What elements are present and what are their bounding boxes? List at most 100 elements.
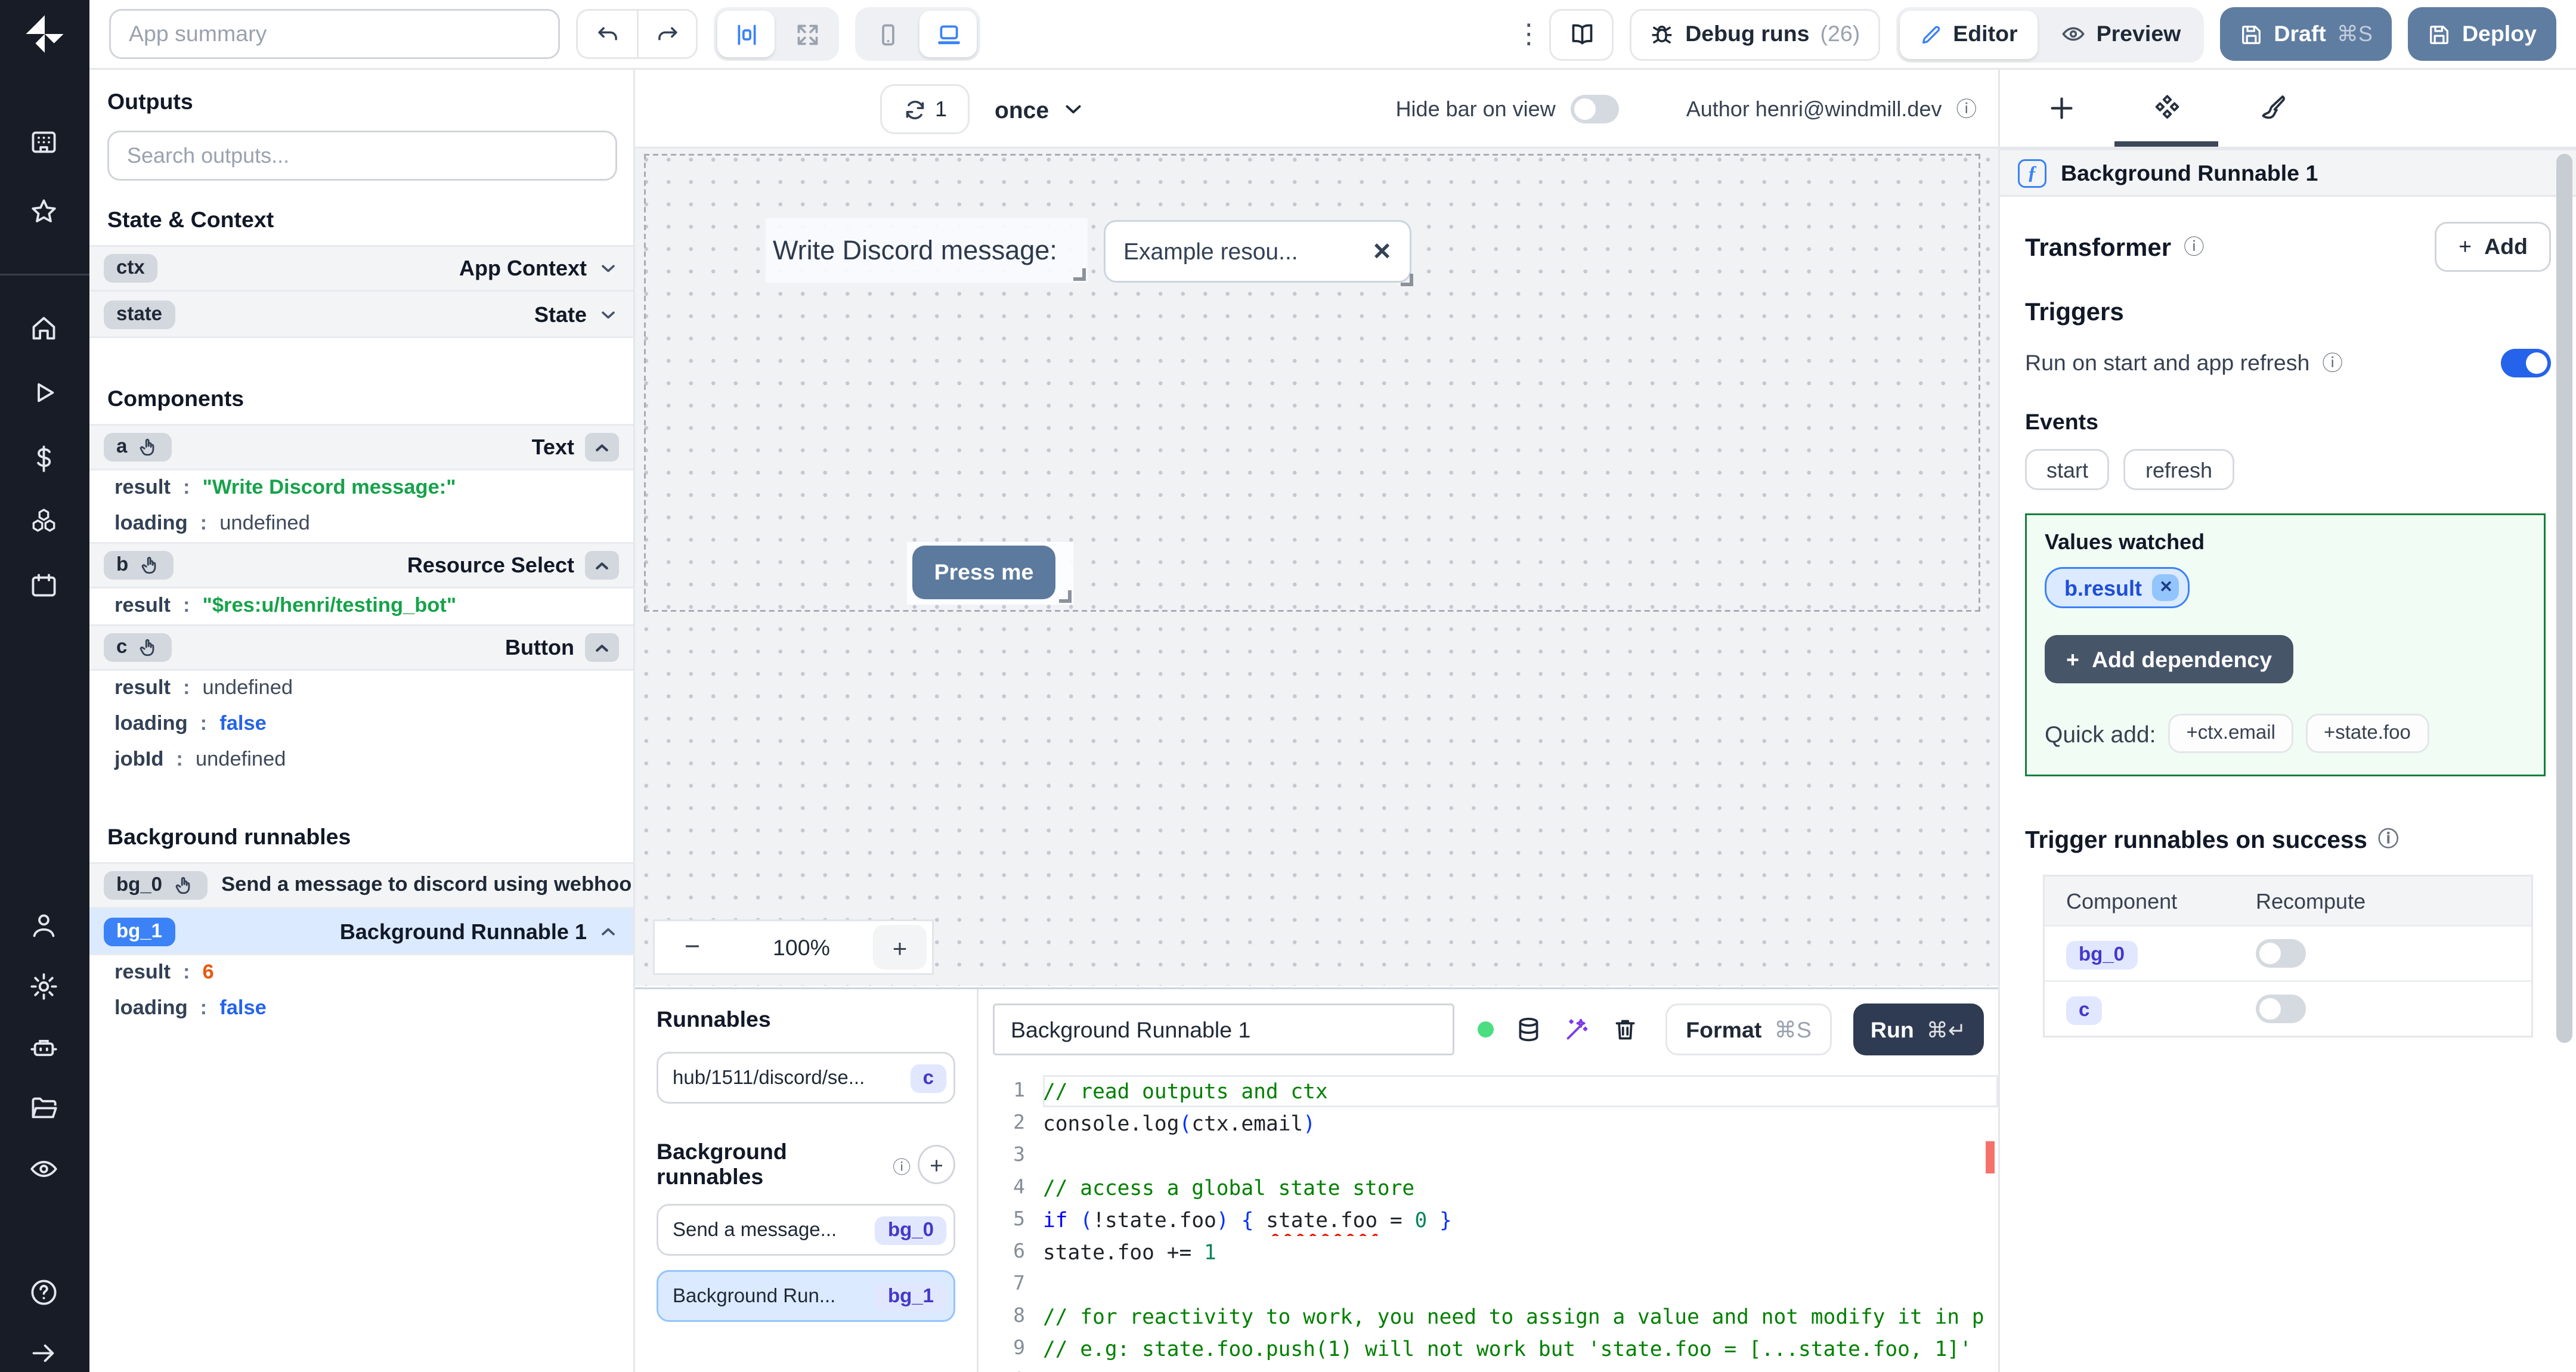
output-row-bg1[interactable]: bg_1 Background Runnable 1 [89, 909, 633, 955]
code-line[interactable]: 7 [979, 1268, 1998, 1300]
press-me-button[interactable]: Press me [912, 546, 1055, 599]
add-runnable-button[interactable]: + [918, 1145, 955, 1184]
quick-add-ctx-email[interactable]: +ctx.email [2168, 714, 2293, 753]
audit-eye-icon[interactable] [29, 1154, 59, 1184]
more-menu-kebab-icon[interactable]: ⋮ [1515, 18, 1542, 50]
event-chip-refresh[interactable]: refresh [2124, 449, 2234, 490]
run-mode-select[interactable]: once [995, 84, 1085, 134]
recompute-toggle[interactable] [2256, 939, 2306, 968]
code-line[interactable]: 8// for reactivity to work, you need to … [979, 1300, 1998, 1333]
zoom-in-button[interactable]: + [873, 925, 927, 970]
windmill-logo[interactable] [23, 13, 66, 55]
trash-icon[interactable] [1612, 1016, 1639, 1043]
favorites-star-icon[interactable] [29, 197, 59, 227]
component-badge[interactable]: bg_0 [2066, 941, 2138, 970]
output-row-a[interactable]: a Text [89, 424, 633, 470]
tab-preview[interactable]: Preview [2041, 10, 2201, 58]
output-row-c[interactable]: c Button [89, 624, 633, 671]
run-on-start-toggle[interactable] [2501, 349, 2551, 377]
watched-value-chip[interactable]: b.result ✕ [2045, 567, 2191, 608]
tab-editor[interactable]: Editor [1899, 10, 2038, 58]
fullscreen-button[interactable] [778, 11, 835, 57]
component-b-badge[interactable]: b [104, 551, 174, 580]
tab-components-diamonds-icon[interactable] [2152, 93, 2182, 123]
add-dependency-button[interactable]: + Add dependency [2045, 635, 2294, 683]
resources-cubes-icon[interactable] [29, 506, 59, 537]
component-badge[interactable]: c [2066, 996, 2103, 1025]
code-editor[interactable]: 1// read outputs and ctx 2 console.log(ctx… [979, 1070, 1998, 1372]
deploy-button[interactable]: Deploy [2408, 7, 2556, 61]
hide-bar-toggle[interactable] [1569, 95, 1618, 123]
bg0-badge[interactable]: bg_0 [104, 871, 208, 900]
resource-select-component[interactable]: Example resou... ✕ [1104, 220, 1413, 286]
app-summary-input[interactable] [109, 9, 560, 59]
info-icon[interactable]: ⓘ [2184, 233, 2205, 261]
search-outputs-input[interactable] [107, 131, 617, 181]
undo-button[interactable] [576, 9, 637, 59]
settings-gear-icon[interactable] [29, 971, 59, 1002]
quick-add-state-foo[interactable]: +state.foo [2305, 714, 2429, 753]
clear-select-icon[interactable]: ✕ [1372, 237, 1392, 266]
output-row-bg0[interactable]: bg_0 Send a message to discord using web… [89, 862, 633, 909]
variables-dollar-icon[interactable] [29, 444, 59, 474]
workers-robot-icon[interactable] [29, 1032, 59, 1063]
recompute-toggle[interactable] [2256, 995, 2306, 1023]
tab-insert-plus-icon[interactable] [2046, 93, 2077, 123]
runs-play-icon[interactable] [29, 377, 59, 408]
output-row-state[interactable]: state State [89, 292, 633, 338]
output-row-b[interactable]: b Resource Select [89, 542, 633, 589]
info-icon[interactable]: ⓘ [2378, 825, 2399, 853]
run-button[interactable]: Run ⌘↵ [1852, 1004, 1984, 1055]
apps-icon[interactable] [29, 127, 59, 157]
code-line[interactable]: 5 if (!state.foo) { state.foo = 0 } [979, 1204, 1998, 1236]
format-button[interactable]: Format ⌘S [1666, 1004, 1831, 1055]
code-line[interactable]: 2 console.log(ctx.email) [979, 1107, 1998, 1139]
collapse-button[interactable] [585, 551, 619, 580]
home-icon[interactable] [29, 313, 59, 343]
info-icon[interactable]: ⓘ [893, 1151, 911, 1178]
mobile-view-button[interactable] [859, 11, 916, 57]
tab-style-brush-icon[interactable] [2258, 93, 2288, 123]
scrollbar-thumb[interactable] [2556, 154, 2572, 1043]
collapse-button[interactable] [585, 433, 619, 462]
expand-sidebar-arrow-icon[interactable] [29, 1338, 59, 1368]
ai-wand-icon[interactable] [1563, 1016, 1590, 1043]
debug-runs-button[interactable]: Debug runs (26) [1630, 8, 1880, 60]
user-icon[interactable] [29, 910, 59, 941]
component-a-badge[interactable]: a [104, 433, 172, 462]
zoom-out-button[interactable]: − [655, 932, 730, 962]
remove-watched-icon[interactable]: ✕ [2153, 574, 2180, 601]
redo-button[interactable] [637, 9, 698, 59]
code-line[interactable]: 3 [979, 1139, 1998, 1172]
folders-icon[interactable] [29, 1093, 59, 1123]
bg1-badge[interactable]: bg_1 [104, 916, 175, 946]
resize-handle[interactable] [1059, 590, 1072, 603]
collapse-button[interactable] [585, 633, 619, 662]
code-line[interactable]: 1// read outputs and ctx [979, 1075, 1998, 1107]
database-icon[interactable] [1515, 1016, 1542, 1043]
info-icon[interactable]: ⓘ [2322, 349, 2343, 377]
text-component[interactable]: Write Discord message: [766, 218, 1088, 283]
resize-handle[interactable] [1401, 274, 1413, 286]
runnable-item-bg1-selected[interactable]: Background Run... bg_1 [657, 1270, 955, 1322]
desktop-view-button[interactable] [919, 11, 977, 57]
event-chip-start[interactable]: start [2025, 449, 2110, 490]
help-icon[interactable] [29, 1277, 59, 1308]
code-line[interactable]: 6 state.foo += 1 [979, 1236, 1998, 1268]
info-icon[interactable]: ⓘ [1956, 95, 1977, 123]
runnable-item-hub[interactable]: hub/1511/discord/se... c [657, 1052, 955, 1104]
code-line[interactable]: 9// e.g: state.foo.push(1) will not work… [979, 1333, 1998, 1365]
center-layout-button[interactable] [717, 11, 775, 57]
runnable-item-bg0[interactable]: Send a message... bg_0 [657, 1204, 955, 1256]
add-transformer-button[interactable]: + Add [2435, 222, 2551, 272]
schedules-calendar-icon[interactable] [29, 571, 59, 601]
docs-book-button[interactable] [1549, 8, 1614, 60]
refresh-count-button[interactable]: 1 [880, 84, 970, 134]
output-row-ctx[interactable]: ctx App Context [89, 245, 633, 292]
canvas-grid[interactable]: Write Discord message: Example resou... … [635, 148, 1998, 986]
code-line[interactable]: 4// access a global state store [979, 1172, 1998, 1204]
component-c-badge[interactable]: c [104, 633, 172, 662]
draft-button[interactable]: Draft ⌘S [2220, 7, 2392, 61]
runnable-name-input[interactable] [993, 1004, 1454, 1055]
resize-handle[interactable] [1073, 268, 1086, 281]
